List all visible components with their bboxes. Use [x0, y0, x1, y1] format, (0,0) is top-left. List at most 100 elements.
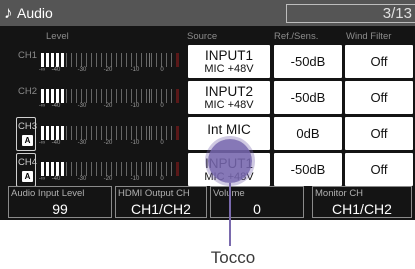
scale-label: -20	[103, 67, 113, 73]
page-indicator[interactable]: 3/13	[286, 4, 415, 23]
scale-label: -∞	[38, 140, 46, 146]
scale-label: -30	[77, 67, 87, 73]
level-bar	[46, 162, 49, 176]
ref-sens-button-ch2[interactable]: -50dB	[274, 81, 342, 114]
touch-indicator	[208, 139, 252, 183]
ref-sens-button-ch1[interactable]: -50dB	[274, 45, 342, 78]
level-tick	[121, 53, 122, 67]
level-tick	[161, 53, 162, 67]
scale-label: -10	[130, 140, 140, 146]
level-bar	[51, 53, 54, 67]
scale-label: -10	[130, 67, 140, 73]
monitor-ch-box[interactable]: Monitor CH CH1/CH2	[312, 186, 412, 218]
ref-sens-button-ch4[interactable]: -50dB	[274, 153, 342, 186]
level-tick	[121, 126, 122, 140]
level-tick	[106, 126, 107, 140]
hdmi-output-ch-title: HDMI Output CH	[118, 188, 190, 199]
title-bar: ♪ Audio 3/13	[0, 0, 415, 26]
header-wind-filter: Wind Filter	[346, 31, 392, 42]
level-tick	[71, 89, 72, 103]
level-tick	[141, 126, 142, 140]
level-tick	[121, 89, 122, 103]
level-tick	[146, 162, 147, 176]
wind-filter-button-ch4[interactable]: Off	[345, 153, 413, 186]
level-bar	[61, 162, 64, 176]
level-tick	[96, 162, 97, 176]
meter-scale: -∞ -40 -30 -20 -10 0	[38, 103, 188, 111]
scale-label: -30	[77, 176, 87, 182]
level-tick	[66, 89, 67, 103]
channel-box-ch4[interactable]: CH4 A	[16, 153, 38, 187]
level-bar	[56, 89, 59, 103]
level-tick	[86, 126, 87, 140]
level-bar	[56, 126, 59, 140]
level-bar	[46, 126, 49, 140]
level-tick	[166, 89, 167, 103]
level-tick	[131, 89, 132, 103]
callout-line	[229, 183, 231, 246]
scale-label: -40	[51, 103, 61, 109]
level-tick	[81, 162, 82, 176]
level-tick	[121, 162, 122, 176]
level-tick	[136, 126, 137, 140]
auto-badge-ch3: A	[22, 135, 33, 146]
channel-label-ch3: CH3	[18, 121, 38, 132]
audio-input-level-box[interactable]: Audio Input Level 99	[8, 186, 112, 218]
level-tick	[106, 162, 107, 176]
clip-zone	[176, 126, 179, 140]
hdmi-output-ch-box[interactable]: HDMI Output CH CH1/CH2	[115, 186, 207, 218]
monitor-ch-value: CH1/CH2	[332, 201, 392, 217]
wind-filter-button-ch2[interactable]: Off	[345, 81, 413, 114]
level-tick	[131, 53, 132, 67]
level-tick	[76, 162, 77, 176]
level-tick	[101, 53, 102, 67]
level-tick	[146, 53, 147, 67]
level-tick	[116, 126, 117, 140]
volume-box[interactable]: Volume 0	[210, 186, 304, 218]
level-tick	[111, 89, 112, 103]
level-tick	[81, 126, 82, 140]
header-source: Source	[187, 31, 218, 42]
scale-label: -10	[130, 103, 140, 109]
scale-label: 0	[160, 67, 164, 73]
source-button-ch2[interactable]: INPUT2 MIC +48V	[188, 81, 270, 114]
level-meter-ch2: -∞ -40 -30 -20 -10 0	[38, 84, 188, 110]
level-tick	[101, 162, 102, 176]
level-tick	[96, 126, 97, 140]
level-bar	[61, 89, 64, 103]
wind-filter-button-ch1[interactable]: Off	[345, 45, 413, 78]
source-button-ch1[interactable]: INPUT1 MIC +48V	[188, 45, 270, 78]
level-tick	[141, 89, 142, 103]
level-tick	[86, 53, 87, 67]
level-tick	[156, 126, 157, 140]
level-tick	[151, 89, 152, 103]
peak-marker	[149, 89, 150, 103]
scale-label: -30	[77, 103, 87, 109]
channel-box-ch3[interactable]: CH3 A	[16, 117, 38, 151]
level-tick	[171, 162, 172, 176]
wind-filter-button-ch3[interactable]: Off	[345, 117, 413, 150]
note-icon: ♪	[4, 3, 13, 22]
level-tick	[146, 89, 147, 103]
ref-sens-button-ch3[interactable]: 0dB	[274, 117, 342, 150]
monitor-ch-title: Monitor CH	[315, 188, 364, 199]
level-tick	[161, 162, 162, 176]
level-tick	[136, 53, 137, 67]
level-meter-ch4: -∞ -40 -30 -20 -10 0	[38, 157, 188, 183]
channel-label-ch4: CH4	[18, 157, 38, 168]
level-tick	[151, 53, 152, 67]
level-tick	[141, 162, 142, 176]
level-tick	[76, 53, 77, 67]
header-ref-sens: Ref./Sens.	[274, 31, 319, 42]
level-tick	[76, 126, 77, 140]
meter-scale: -∞ -40 -30 -20 -10 0	[38, 140, 188, 148]
level-tick	[126, 126, 127, 140]
scale-label: -20	[103, 140, 113, 146]
level-tick	[106, 53, 107, 67]
level-tick	[91, 53, 92, 67]
level-tick	[166, 53, 167, 67]
level-tick	[146, 126, 147, 140]
level-tick	[66, 126, 67, 140]
auto-badge-ch4: A	[22, 171, 33, 182]
clip-zone	[176, 53, 179, 67]
